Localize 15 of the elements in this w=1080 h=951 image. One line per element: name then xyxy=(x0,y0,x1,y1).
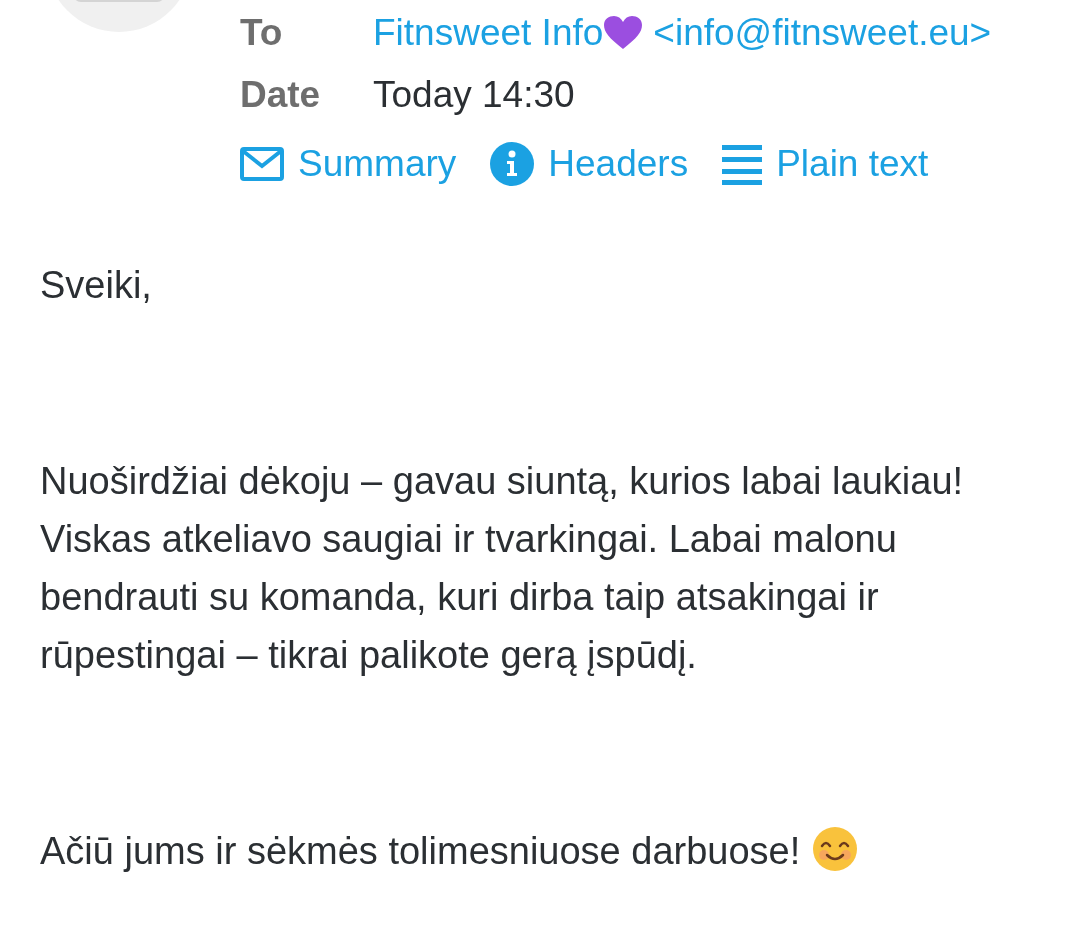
field-label: To xyxy=(240,12,284,54)
info-icon xyxy=(490,142,535,186)
sender-name[interactable]: Fitnsweet Info xyxy=(373,12,604,54)
heart-icon xyxy=(603,15,644,51)
view-link[interactable]: Headers xyxy=(490,142,689,186)
field-label: Date xyxy=(240,74,322,116)
message-paragraph: Ačiū jums ir sėkmės tolimesniuose darbuose! xyxy=(40,830,801,872)
message-paragraph: Nuoširdžiai dėkoju – gavau siuntą, kurios labai laukiau! Viskas atkeliavo saugiai ir tvarkingai. Labai malonu bendrauti su komanda, kuri dirba taip atsakingai ir rūpestingai – tikrai palikote gerą įspūdį. xyxy=(40,460,964,676)
sender-address[interactable]: <info@fitnsweet.eu> xyxy=(653,12,992,54)
view-link[interactable]: Summary xyxy=(240,143,457,185)
field-value: Today 14:30 xyxy=(373,74,576,116)
envelope-icon xyxy=(240,147,284,181)
message-paragraph: Sveiki, xyxy=(40,264,152,306)
lines-icon xyxy=(722,143,763,185)
view-link[interactable]: Plain text xyxy=(722,143,929,185)
